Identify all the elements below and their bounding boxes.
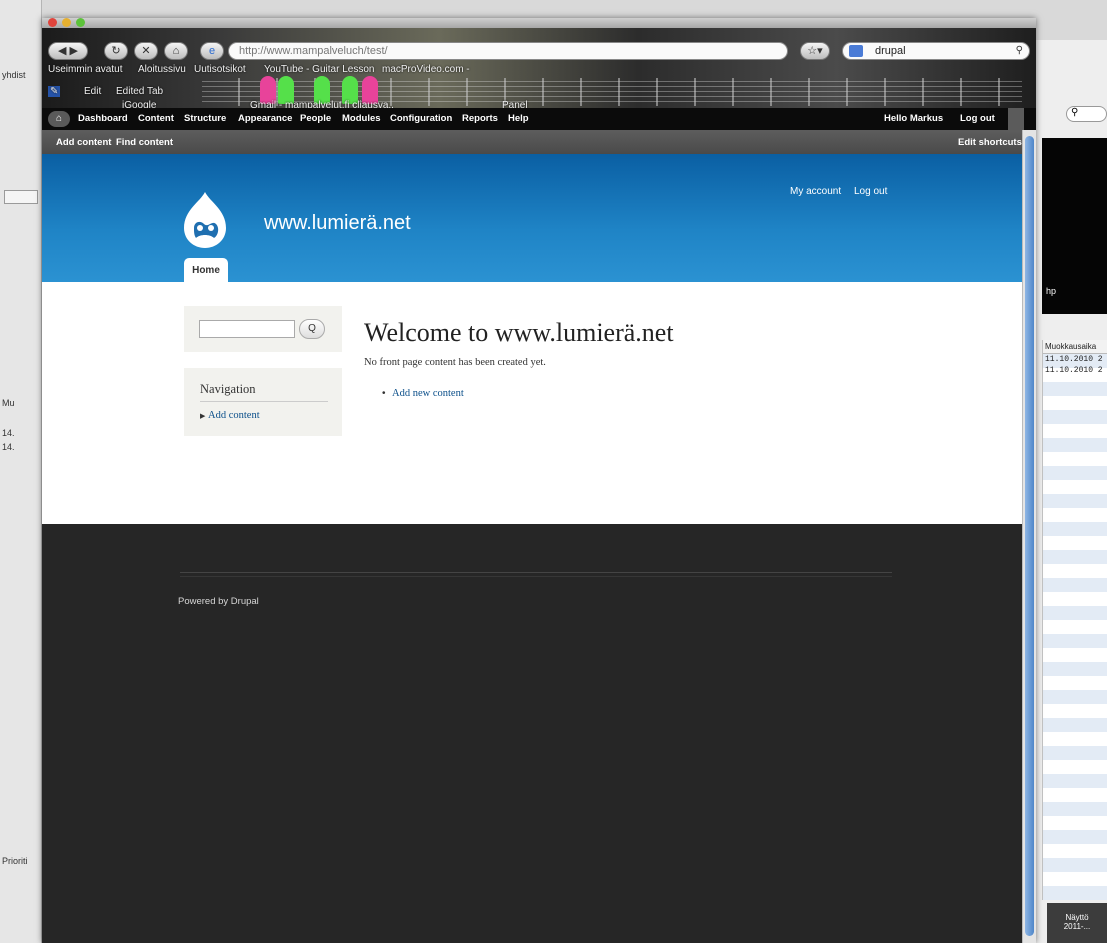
bullet-icon: • (382, 388, 386, 399)
page-title: Welcome to www.lumierä.net (364, 318, 674, 347)
main-content-area: Q Navigation ▶ Add content Welcome to ww… (42, 282, 1036, 524)
bg-file-list: Muokkausaika 11.10.2010 2 11.10.2010 2 (1042, 340, 1107, 900)
shortcuts-bar: Add content Find content Edit shortcuts (42, 130, 1036, 154)
tab-edit[interactable]: Edit (84, 86, 101, 97)
back-forward-button[interactable]: ◀ ▶ (48, 42, 88, 60)
bg-file-label: 2011-... (1063, 922, 1091, 931)
bookmark-item[interactable]: Useimmin avatut (48, 64, 122, 75)
bg-search-icon: ⚲ (1066, 106, 1107, 122)
scrollbar-thumb[interactable] (1025, 136, 1034, 936)
background-window-right: ⚲ hp Muokkausaika 11.10.2010 2 11.10.201… (1036, 40, 1107, 943)
bg-left-text: 14. (2, 428, 15, 438)
shortcut-find-content[interactable]: Find content (116, 137, 173, 148)
tab-home[interactable]: Home (184, 258, 228, 282)
add-new-content-link[interactable]: Add new content (392, 388, 464, 399)
tab-edited[interactable]: Edited Tab (116, 86, 163, 97)
bookmark-item[interactable]: macProVideo.com - (382, 64, 470, 75)
url-input[interactable]: http://www.mampalveluch/test/ (228, 42, 788, 60)
bookmark-item[interactable]: YouTube - Guitar Lesson (264, 64, 374, 75)
user-greeting-link[interactable]: Hello Markus (884, 113, 943, 124)
bg-left-text: yhdist (2, 70, 26, 80)
bookmark-item[interactable]: Aloitussivu (138, 64, 186, 75)
browser-search-value: drupal (875, 45, 906, 57)
toolbar-logout[interactable]: Log out (960, 113, 995, 124)
powered-by-text[interactable]: Powered by Drupal (178, 596, 259, 607)
my-account-link[interactable]: My account (790, 186, 841, 197)
bg-date-cell: 11.10.2010 2 (1045, 355, 1103, 364)
bg-thumbnail-label: hp (1046, 286, 1057, 296)
search-button[interactable]: Q (299, 319, 325, 339)
shortcut-add-content[interactable]: Add content (56, 137, 111, 148)
reload-icon[interactable]: ↻ (104, 42, 128, 60)
browser-window: ◀ ▶ ↻ ✕ ⌂ e http://www.mampalveluch/test… (42, 18, 1036, 943)
bg-left-text: 14. (2, 442, 15, 452)
bg-date-cell: 11.10.2010 2 (1045, 366, 1103, 375)
toolbar-people[interactable]: People (300, 113, 331, 124)
footer-divider (180, 572, 892, 573)
browser-toolbar: ◀ ▶ ↻ ✕ ⌂ e http://www.mampalveluch/test… (42, 28, 1036, 108)
navigation-add-content-link[interactable]: Add content (208, 410, 260, 421)
edit-icon[interactable]: ✎ (48, 86, 61, 97)
bg-left-field (4, 190, 38, 204)
tab-bar: ✎ Edit Edited Tab iGoogle Gmail - mampal… (42, 82, 1036, 108)
site-identity-icon[interactable]: e (200, 42, 224, 60)
header-logout-link[interactable]: Log out (854, 186, 887, 197)
bookmark-star-icon[interactable]: ☆▾ (800, 42, 830, 60)
navigation-title: Navigation (200, 382, 328, 402)
tab-gmail[interactable]: Gmail - mampalvelut.fi cliausva.. (250, 100, 394, 108)
bullet-icon: ▶ (200, 413, 206, 420)
search-icon[interactable]: ⚲ (1016, 43, 1023, 59)
footer-divider (180, 576, 892, 577)
window-titlebar (42, 18, 1036, 28)
vertical-scrollbar[interactable] (1022, 130, 1036, 943)
tab-igoogle[interactable]: iGoogle (122, 100, 156, 108)
tab-panel[interactable]: Panel (502, 100, 528, 108)
background-window-left: yhdist Mu 14. 14. Prioriti (0, 0, 42, 943)
edit-shortcuts-link[interactable]: Edit shortcuts (958, 137, 1022, 148)
bookmark-item[interactable]: Uutisotsikot (194, 64, 246, 75)
drupal-logo-icon[interactable] (180, 190, 230, 250)
toolbar-structure[interactable]: Structure (184, 113, 226, 124)
stop-icon[interactable]: ✕ (134, 42, 158, 60)
toolbar-dashboard[interactable]: Dashboard (78, 113, 128, 124)
toolbar-appearance[interactable]: Appearance (238, 113, 292, 124)
toolbar-configuration[interactable]: Configuration (390, 113, 452, 124)
search-block: Q (184, 306, 342, 352)
empty-front-page-message: No front page content has been created y… (364, 357, 546, 368)
home-icon[interactable]: ⌂ (164, 42, 188, 60)
bg-left-text: Prioriti (2, 856, 28, 866)
bookmarks-bar: Useimmin avatut Aloitussivu Uutisotsikot… (42, 64, 1036, 78)
zoom-window-icon[interactable] (76, 18, 85, 27)
bg-desktop-file-icon: Näyttö 2011-... (1047, 903, 1107, 943)
navigation-block: Navigation ▶ Add content (184, 368, 342, 436)
browser-search-input[interactable]: drupal ⚲ (842, 42, 1030, 60)
home-icon[interactable]: ⌂ (48, 111, 70, 127)
google-icon (849, 45, 863, 57)
close-window-icon[interactable] (48, 18, 57, 27)
bg-left-text: Mu (2, 398, 15, 408)
toolbar-help[interactable]: Help (508, 113, 529, 124)
site-name[interactable]: www.lumierä.net (264, 212, 411, 235)
site-footer: Powered by Drupal (42, 524, 1036, 943)
toolbar-content[interactable]: Content (138, 113, 174, 124)
bg-column-header: Muokkausaika (1043, 340, 1107, 354)
minimize-window-icon[interactable] (62, 18, 71, 27)
toolbar-toggle-handle[interactable] (1008, 108, 1024, 130)
toolbar-reports[interactable]: Reports (462, 113, 498, 124)
bg-file-label: Näyttö (1065, 913, 1089, 922)
site-search-input[interactable] (199, 320, 295, 338)
admin-toolbar: ⌂ Dashboard Content Structure Appearance… (42, 108, 1036, 130)
bg-video-thumbnail: hp (1042, 138, 1107, 314)
toolbar-modules[interactable]: Modules (342, 113, 381, 124)
site-header: www.lumierä.net My account Log out Home (42, 154, 1036, 282)
